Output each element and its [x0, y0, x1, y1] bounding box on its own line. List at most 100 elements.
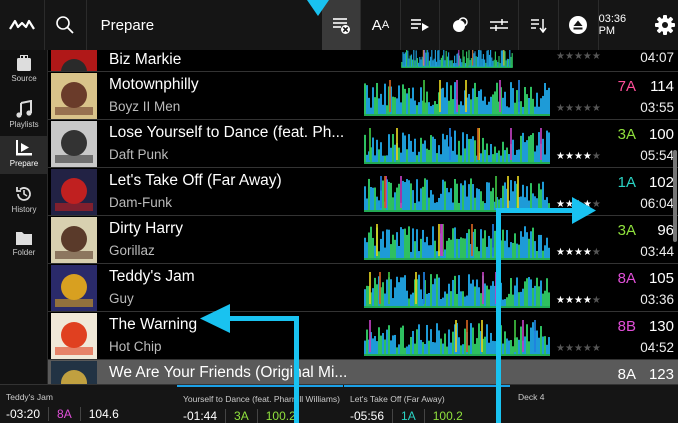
- track-bpm: 114: [650, 78, 674, 95]
- list-scrollbar[interactable]: [673, 150, 677, 242]
- usb-drive-icon: [17, 55, 31, 71]
- waveform: [364, 128, 550, 164]
- track-row[interactable]: Let's Take Off (Far Away) Dam-Funk 1A 102 ★★…: [48, 168, 678, 216]
- track-bpm: 123: [648, 366, 674, 383]
- track-row[interactable]: Teddy's Jam Guy 8A 105 ★★★★★ 03:36: [48, 264, 678, 312]
- clock: 03:36 PM: [598, 13, 627, 37]
- eject-icon[interactable]: [559, 0, 599, 50]
- deck-1[interactable]: Teddy's Jam -03:20 8A 104.6: [0, 385, 176, 423]
- album-art: [51, 361, 97, 384]
- track-key: 1A: [617, 174, 636, 191]
- track-key: 8B: [617, 318, 636, 335]
- track-row[interactable]: The Warning Hot Chip 8B 130 ★★★★★ 04:52: [48, 312, 678, 360]
- track-bpm: 105: [648, 270, 674, 287]
- text-size-button[interactable]: AA: [361, 0, 401, 50]
- gear-icon[interactable]: [652, 0, 678, 50]
- track-rating[interactable]: ★★★★★: [556, 199, 601, 210]
- deck-track-title: Deck 4: [518, 392, 545, 402]
- history-icon: [16, 187, 31, 201]
- track-rating[interactable]: ★★★★★: [556, 247, 601, 258]
- sidebar-item-label: Playlists: [9, 120, 39, 129]
- track-row[interactable]: Lose Yourself to Dance (feat. Ph... Daft …: [48, 120, 678, 168]
- deck-track-title: Teddy's Jam: [6, 392, 53, 402]
- deck-3[interactable]: Let's Take Off (Far Away) -05:56 1A 100.…: [344, 385, 510, 423]
- sidebar-item-folder[interactable]: Folder: [0, 230, 48, 266]
- track-title: Motownphilly: [109, 76, 199, 93]
- filter-clear-button[interactable]: [321, 0, 362, 50]
- album-art: [51, 73, 97, 119]
- track-duration: 06:04: [640, 196, 674, 211]
- track-bpm: 102: [648, 174, 674, 191]
- waveform: [364, 80, 550, 116]
- blend-icon[interactable]: [440, 0, 480, 50]
- track-list[interactable]: Biz Markie ★★★★★ 04:07 Motownphilly Boyz II …: [48, 50, 678, 384]
- sidebar-item-playlists[interactable]: Playlists: [0, 100, 48, 134]
- deck-key: 8A: [57, 407, 81, 421]
- track-artist: Guy: [109, 291, 134, 306]
- track-key: 3A: [617, 222, 636, 239]
- track-bpm: 130: [648, 318, 674, 335]
- track-title: Dirty Harry: [109, 220, 184, 237]
- waveform: [364, 272, 550, 308]
- track-artist: Daft Punk: [109, 147, 169, 162]
- prepare-icon: [16, 140, 32, 156]
- add-to-prepare-icon[interactable]: [401, 0, 441, 50]
- logo-icon[interactable]: [0, 0, 46, 50]
- deck-2[interactable]: Yourself to Dance (feat. Pharrell Willia…: [177, 385, 343, 423]
- track-artist: Dam-Funk: [109, 195, 173, 210]
- sort-icon[interactable]: [519, 0, 560, 50]
- track-bpm: 96: [657, 222, 674, 239]
- sidebar-item-prepare[interactable]: Prepare: [0, 136, 48, 174]
- track-duration: 05:54: [640, 148, 674, 163]
- sidebar-item-label: History: [11, 205, 37, 214]
- track-rating[interactable]: ★★★★★: [556, 151, 601, 162]
- deck-time: -03:20: [6, 407, 50, 421]
- sliders-icon[interactable]: [480, 0, 520, 50]
- waveform: [364, 176, 550, 212]
- track-artist: Gorillaz: [109, 243, 155, 258]
- sidebar: Source Playlists Prepare History Folder: [0, 50, 48, 384]
- track-key: 8A: [617, 366, 636, 383]
- track-row[interactable]: We Are Your Friends (Original Mi... 8A 123: [48, 360, 678, 384]
- track-key: 8A: [617, 270, 636, 287]
- sidebar-item-label: Source: [11, 74, 37, 83]
- track-artist: Hot Chip: [109, 339, 162, 354]
- sidebar-item-label: Folder: [12, 248, 36, 257]
- track-duration: 04:52: [640, 340, 674, 355]
- track-artist: Boyz II Men: [109, 99, 181, 114]
- album-art: [51, 313, 97, 359]
- track-duration: 03:44: [640, 244, 674, 259]
- track-duration: 03:36: [640, 292, 674, 307]
- track-key: 7A: [617, 78, 636, 95]
- deck-track-title: Yourself to Dance (feat. Pharrell Willia…: [183, 394, 340, 404]
- deck-key: 3A: [234, 409, 258, 423]
- track-duration: 03:55: [640, 100, 674, 115]
- music-note-icon: [16, 100, 32, 118]
- track-rating[interactable]: ★★★★★: [556, 295, 601, 306]
- track-duration: 04:07: [640, 50, 674, 65]
- track-title: Let's Take Off (Far Away): [109, 172, 282, 189]
- album-art: [51, 50, 97, 71]
- track-rating[interactable]: ★★★★★: [556, 343, 601, 354]
- page-title: Prepare: [100, 16, 155, 34]
- track-rating[interactable]: ★★★★★: [556, 51, 601, 62]
- deck-time: -01:44: [183, 409, 227, 423]
- track-title: The Warning: [109, 316, 198, 333]
- deck-bpm: 100.2: [432, 409, 463, 423]
- album-art: [51, 265, 97, 311]
- track-rating[interactable]: ★★★★★: [556, 103, 601, 114]
- deck-bar: Teddy's Jam -03:20 8A 104.6 Yourself to …: [0, 384, 678, 423]
- deck-time: -05:56: [350, 409, 394, 423]
- top-bar: Prepare AA 03:36 PM: [0, 0, 678, 50]
- sidebar-item-source[interactable]: Source: [0, 54, 48, 90]
- track-row[interactable]: Motownphilly Boyz II Men 7A 114 ★★★★★ 03:55: [48, 72, 678, 120]
- deck-bpm: 100.2: [265, 409, 296, 423]
- deck-bpm: 104.6: [88, 407, 119, 421]
- waveform: [401, 50, 513, 68]
- track-row[interactable]: Biz Markie ★★★★★ 04:07: [48, 50, 678, 72]
- track-title: Teddy's Jam: [109, 268, 195, 285]
- search-icon[interactable]: [45, 0, 87, 50]
- deck-4[interactable]: Deck 4: [512, 385, 678, 423]
- sidebar-item-history[interactable]: History: [0, 185, 48, 221]
- track-row[interactable]: Dirty Harry Gorillaz 3A 96 ★★★★★ 03:44: [48, 216, 678, 264]
